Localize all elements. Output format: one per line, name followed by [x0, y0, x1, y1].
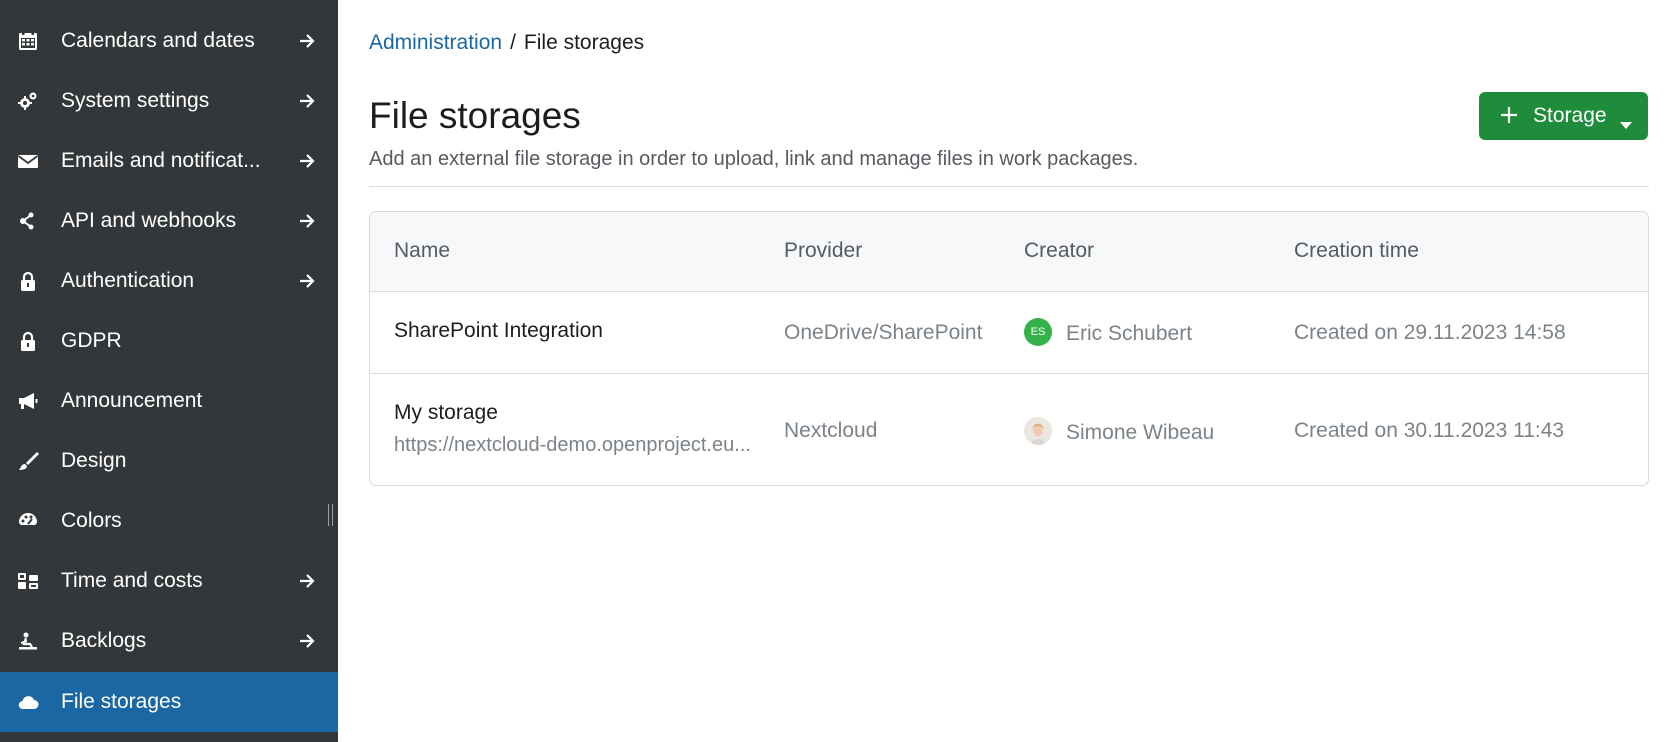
sidebar-item-label: Announcement [61, 389, 203, 412]
sidebar-item-label: System settings [61, 89, 210, 112]
breadcrumb-separator: / [510, 31, 516, 54]
calendar-icon [17, 30, 39, 52]
sidebar-item-label: GDPR [61, 329, 122, 352]
column-header-creator[interactable]: Creator [1024, 239, 1094, 263]
admin-sidebar: Calendars and dates System settings Emai… [0, 0, 338, 742]
sidebar-item-file-storages[interactable]: File storages [0, 672, 338, 732]
arrow-right-icon [297, 151, 317, 171]
sidebar-item-label: Emails and notificat... [61, 149, 261, 172]
add-storage-button-label: Storage [1533, 104, 1607, 127]
sidebar-item-label: API and webhooks [61, 209, 237, 232]
table-row: SharePoint Integration OneDrive/SharePoi… [370, 292, 1648, 374]
arrow-right-icon [297, 31, 317, 51]
cloud-icon [17, 691, 39, 713]
sidebar-item-design[interactable]: Design [0, 431, 338, 491]
avatar [1024, 417, 1052, 445]
sidebar-resize-handle[interactable] [328, 504, 333, 526]
page-description: Add an external file storage in order to… [369, 148, 1139, 170]
arrow-right-icon [297, 631, 317, 651]
arrow-right-icon [297, 211, 317, 231]
lock-icon [17, 330, 39, 352]
envelope-icon [17, 150, 39, 172]
network-icon [17, 210, 39, 232]
storage-name-link[interactable]: SharePoint Integration [394, 319, 603, 343]
column-header-name[interactable]: Name [394, 239, 450, 263]
avatar: ES [1024, 318, 1052, 346]
storage-provider: Nextcloud [784, 419, 878, 442]
sidebar-item-gdpr[interactable]: GDPR [0, 311, 338, 371]
brush-icon [17, 450, 39, 472]
backlogs-icon [17, 630, 39, 652]
arrow-right-icon [297, 271, 317, 291]
page-title: File storages [369, 95, 581, 136]
sidebar-item-calendars-and-dates[interactable]: Calendars and dates [0, 11, 338, 71]
sidebar-item-label: Calendars and dates [61, 29, 255, 52]
header-divider [369, 186, 1649, 187]
storage-name-link[interactable]: My storage [394, 401, 498, 425]
sidebar-item-label: File storages [61, 690, 182, 713]
arrow-right-icon [297, 571, 317, 591]
arrow-right-icon [297, 91, 317, 111]
storage-creation-time: Created on 29.11.2023 14:58 [1294, 321, 1566, 344]
lock-icon [17, 270, 39, 292]
sidebar-item-label: Colors [61, 509, 122, 532]
sidebar-item-label: Backlogs [61, 629, 147, 652]
megaphone-icon [17, 390, 39, 412]
table-header: Name Provider Creator Creation time [370, 212, 1648, 292]
storage-creation-time: Created on 30.11.2023 11:43 [1294, 419, 1565, 442]
plus-icon [1499, 103, 1519, 127]
storage-creator: Simone Wibeau [1066, 421, 1215, 444]
add-storage-button[interactable]: Storage [1479, 92, 1648, 140]
gears-icon [17, 90, 39, 112]
sidebar-item-system-settings[interactable]: System settings [0, 71, 338, 131]
table-row: My storage https://nextcloud-demo.openpr… [370, 374, 1648, 485]
column-header-provider[interactable]: Provider [784, 239, 862, 263]
sidebar-item-backlogs[interactable]: Backlogs [0, 611, 338, 671]
breadcrumb: Administration / File storages [369, 31, 644, 55]
sidebar-item-emails-and-notifications[interactable]: Emails and notificat... [0, 131, 338, 191]
palette-icon [17, 510, 39, 532]
storages-table: Name Provider Creator Creation time Shar… [369, 211, 1649, 486]
sidebar-item-colors[interactable]: Colors [0, 491, 338, 551]
breadcrumb-current: File storages [523, 31, 645, 54]
sidebar-item-time-and-costs[interactable]: Time and costs [0, 551, 338, 611]
breadcrumb-link-administration[interactable]: Administration [369, 31, 502, 54]
column-header-creation-time[interactable]: Creation time [1294, 239, 1419, 263]
sidebar-item-label: Time and costs [61, 569, 203, 592]
sidebar-item-announcement[interactable]: Announcement [0, 371, 338, 431]
time-costs-icon [17, 570, 39, 592]
storage-creator: Eric Schubert [1066, 322, 1193, 345]
sidebar-item-authentication[interactable]: Authentication [0, 251, 338, 311]
storage-host-url: https://nextcloud-demo.openproject.eu... [394, 434, 751, 456]
sidebar-item-api-and-webhooks[interactable]: API and webhooks [0, 191, 338, 251]
sidebar-item-label: Authentication [61, 269, 195, 292]
caret-down-icon [1620, 112, 1632, 129]
sidebar-item-label: Design [61, 449, 127, 472]
storage-provider: OneDrive/SharePoint [784, 321, 983, 344]
